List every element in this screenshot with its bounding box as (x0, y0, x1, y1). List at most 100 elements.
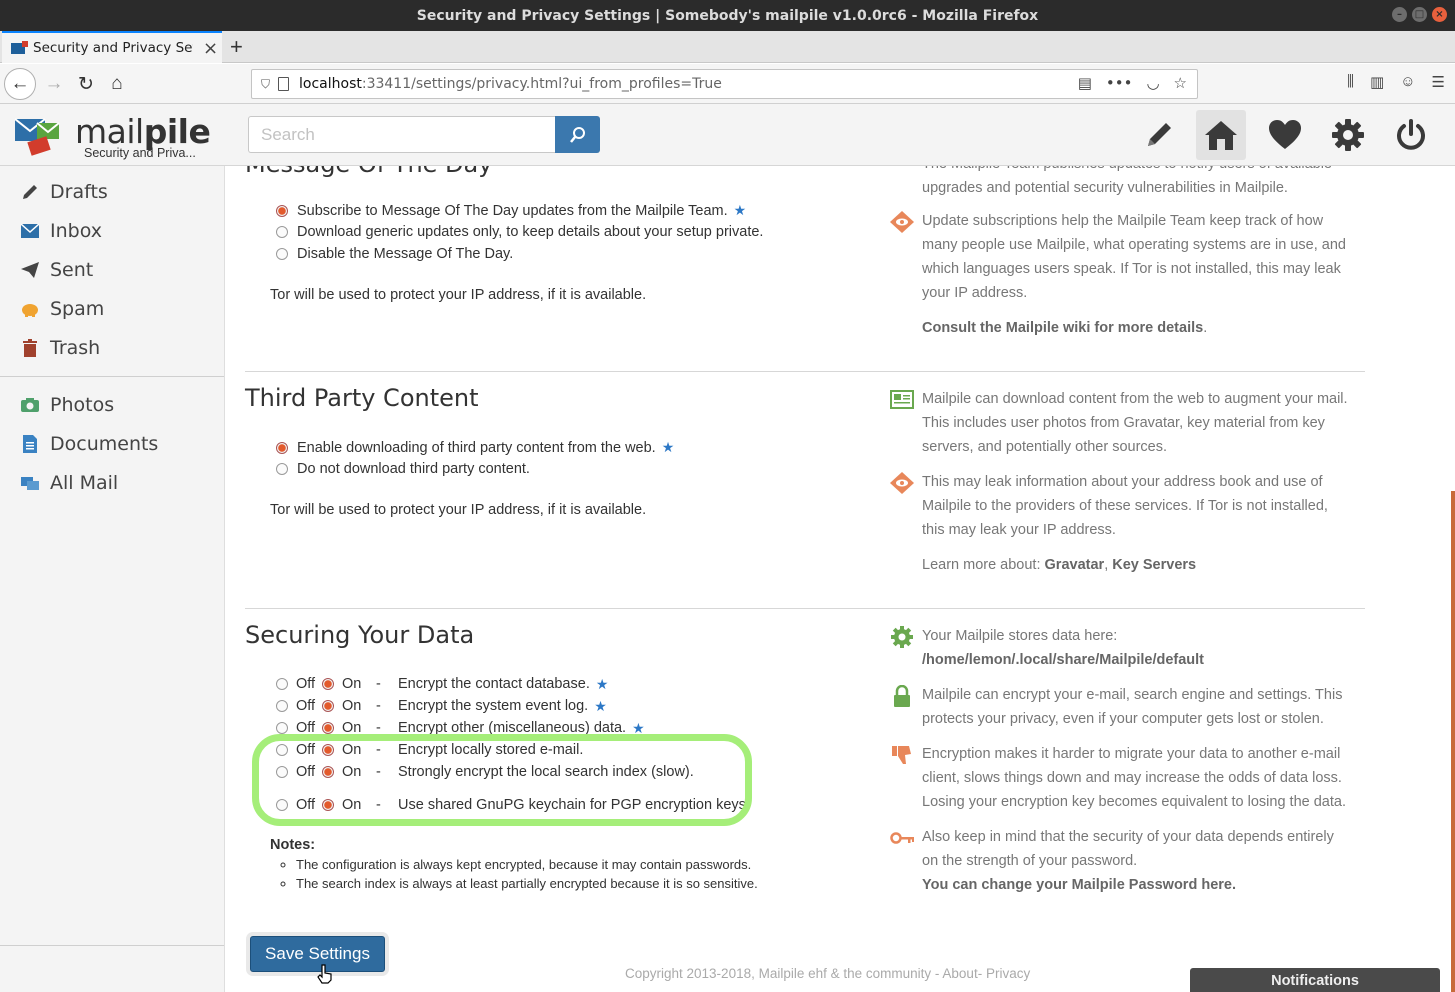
tab-title: Security and Privacy Sett (33, 40, 193, 56)
minimize-button[interactable]: – (1392, 7, 1407, 22)
encrypt-contacts-label: Encrypt the contact database. (398, 676, 590, 692)
home-nav-button[interactable] (1196, 110, 1246, 160)
document-icon (20, 434, 40, 454)
third-party-enable-radio[interactable] (276, 441, 288, 454)
url-bar[interactable]: ⛉ localhost:33411/settings/privacy.html?… (251, 69, 1198, 99)
account-icon[interactable]: ☺ (1400, 73, 1415, 91)
mailpile-logo-icon[interactable] (15, 117, 65, 157)
recommended-star-icon: ★ (595, 675, 609, 692)
back-button[interactable]: ← (4, 68, 36, 100)
browser-toolbar-right: ⫼ ▥ ☺ ☰ (1347, 73, 1445, 91)
hamburger-menu-icon[interactable]: ☰ (1432, 73, 1445, 91)
securing-info-migrate: Encryption makes it harder to migrate yo… (892, 742, 1352, 814)
motd-disable-radio[interactable] (276, 248, 288, 260)
search-button[interactable] (555, 116, 600, 153)
new-tab-button[interactable]: + (230, 34, 243, 60)
library-icon[interactable]: ⫼ (1347, 73, 1354, 91)
sidebar-item-photos[interactable]: Photos (0, 385, 224, 424)
tab-close-icon[interactable]: × (203, 38, 218, 59)
motd-option-subscribe[interactable]: Subscribe to Message Of The Day updates … (276, 202, 746, 219)
paper-plane-icon (20, 260, 40, 280)
encrypt-eventlog-label: Encrypt the system event log. (398, 698, 589, 714)
envelope-icon (20, 221, 40, 241)
compose-button[interactable] (1134, 110, 1184, 160)
storage-path: /home/lemon/.local/share/Mailpile/defaul… (922, 652, 1205, 668)
page-info-icon[interactable] (278, 77, 290, 91)
encrypt-contacts-on-radio[interactable] (322, 678, 334, 690)
motd-option-generic[interactable]: Download generic updates only, to keep d… (276, 224, 763, 240)
power-icon (1397, 119, 1425, 150)
third-party-disable-radio[interactable] (276, 463, 288, 475)
change-password-link[interactable]: You can change your Mailpile Password he… (922, 877, 1236, 893)
third-party-learn-more: Learn more about: Gravatar, Key Servers (922, 557, 1197, 573)
copyright-footer: Copyright 2013-2018, Mailpile ehf & the … (625, 966, 1031, 981)
logout-button[interactable] (1386, 110, 1436, 160)
mailpile-favicon-icon (11, 40, 28, 54)
encrypt-misc-on-radio[interactable] (322, 722, 334, 734)
gear-icon (891, 626, 913, 648)
encrypt-eventlog-off-radio[interactable] (276, 700, 288, 712)
maximize-button[interactable]: □ (1412, 7, 1427, 22)
tab-strip: Security and Privacy Sett × + (0, 31, 1455, 63)
key-servers-link[interactable]: Key Servers (1112, 557, 1196, 573)
section-title-motd: Message Of The Day (245, 166, 492, 178)
reload-button[interactable]: ↻ (70, 68, 102, 100)
sidebar-item-spam[interactable]: Spam (0, 289, 224, 328)
newspaper-icon (890, 390, 914, 409)
scrollbar[interactable] (1451, 491, 1455, 992)
sidebar-item-all-mail[interactable]: All Mail (0, 463, 224, 502)
motd-info-updates: The Mailpile Team publishes updates to n… (922, 166, 1352, 200)
sidebar-item-sent[interactable]: Sent (0, 250, 224, 289)
recommended-star-icon: ★ (733, 202, 747, 218)
section-title-third-party: Third Party Content (245, 384, 479, 412)
motd-generic-radio[interactable] (276, 226, 288, 238)
encrypt-contacts-off-radio[interactable] (276, 678, 288, 690)
favorites-button[interactable] (1260, 110, 1310, 160)
pencil-icon (1148, 123, 1171, 146)
sidebar-toggle-icon[interactable]: ▥ (1370, 73, 1384, 91)
wiki-link[interactable]: Consult the Mailpile wiki for more detai… (922, 320, 1203, 336)
sidebar-item-label: Inbox (50, 219, 102, 242)
sidebar-item-trash[interactable]: Trash (0, 328, 224, 367)
browser-tab[interactable]: Security and Privacy Sett × (2, 31, 222, 63)
sidebar-item-documents[interactable]: Documents (0, 424, 224, 463)
tracking-shield-icon[interactable]: ⛉ (261, 77, 270, 92)
securing-info-storage: Your Mailpile stores data here: /home/le… (891, 624, 1352, 672)
sidebar-item-drafts[interactable]: Drafts (0, 172, 224, 211)
home-button[interactable]: ⌂ (101, 68, 133, 100)
search-input[interactable] (248, 116, 556, 153)
third-party-option-enable[interactable]: Enable downloading of third party conten… (276, 439, 674, 456)
thumbs-down-icon (892, 746, 911, 764)
sidebar-item-label: Sent (50, 258, 94, 281)
page-actions-icon[interactable]: ••• (1106, 74, 1133, 92)
encrypt-eventlog-on-radio[interactable] (322, 700, 334, 712)
window-controls: – □ × (1392, 7, 1447, 22)
bookmark-star-icon[interactable]: ☆ (1174, 74, 1187, 92)
close-window-button[interactable]: × (1432, 7, 1447, 22)
third-party-option-disable[interactable]: Do not download third party content. (276, 461, 530, 477)
section-divider (245, 608, 1365, 609)
notes-title: Notes: (270, 837, 316, 853)
url-text[interactable]: localhost:33411/settings/privacy.html?ui… (299, 76, 722, 92)
reader-view-icon[interactable]: ▤ (1078, 74, 1092, 92)
forward-button[interactable]: → (38, 68, 70, 100)
pocket-icon[interactable]: ◡ (1146, 74, 1159, 92)
motd-subscribe-radio[interactable] (276, 204, 288, 217)
option-label: Disable the Message Of The Day. (297, 246, 514, 262)
encrypt-misc-off-radio[interactable] (276, 722, 288, 734)
third-party-tor-note: Tor will be used to protect your IP addr… (270, 502, 647, 518)
settings-button[interactable] (1323, 110, 1373, 160)
sidebar-divider (0, 945, 224, 946)
sidebar-item-label: All Mail (50, 471, 119, 494)
third-party-info-download: Mailpile can download content from the w… (890, 387, 1352, 459)
motd-option-disable[interactable]: Disable the Message Of The Day. (276, 246, 513, 262)
section-title-securing: Securing Your Data (245, 621, 475, 649)
notifications-tab[interactable]: Notifications (1190, 968, 1440, 992)
sidebar-item-inbox[interactable]: Inbox (0, 211, 224, 250)
gravatar-link[interactable]: Gravatar (1045, 557, 1105, 573)
browser-navbar: ← → ↻ ⌂ ⛉ localhost:33411/settings/priva… (0, 64, 1455, 104)
encrypt-eventlog-row: Off On - Encrypt the system event log. ★ (276, 695, 607, 717)
search-icon (569, 126, 585, 143)
notes-block: Notes: The configuration is always kept … (270, 837, 758, 893)
page-subtitle: Security and Priva... (84, 146, 196, 160)
